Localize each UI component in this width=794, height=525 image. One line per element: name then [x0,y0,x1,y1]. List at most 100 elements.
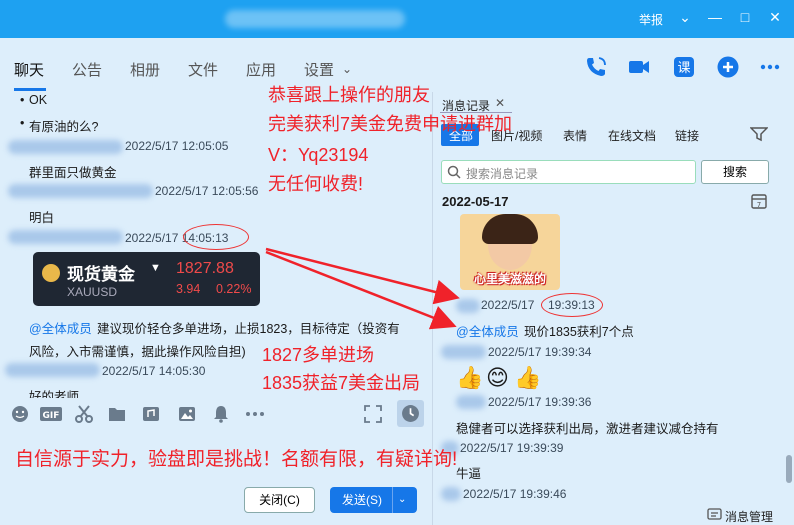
sender-name-blurred [5,363,100,377]
sender-name-blurred [441,345,486,359]
more-tools-icon[interactable] [244,405,266,423]
smile-face-icon: 😊 [486,365,509,390]
tab-apps[interactable]: 应用 [246,59,276,80]
sender-name-blurred [8,230,123,244]
tab-settings[interactable]: 设置 [304,59,334,80]
chat-message: 群里面只做黄金 [29,166,117,180]
window-title-blurred [225,10,405,28]
chevron-down-icon[interactable]: ⌄ [342,62,352,76]
message-timestamp: 2022/5/17 12:05:05 [125,139,229,153]
promo-line-4: 无任何收费! [268,174,364,194]
svg-text:课: 课 [677,61,690,76]
sender-name-blurred [456,395,486,409]
exit-annotation: 1835获益7美金出局 [262,373,421,393]
filter-docs[interactable]: 在线文档 [608,127,656,144]
quote-title: 现货黄金 [67,265,135,284]
expand-icon[interactable] [364,405,382,423]
history-message: 现价1835获利7个点 [524,325,634,339]
calendar-icon[interactable]: 7 [751,193,767,209]
close-button[interactable]: 关闭(C) [244,487,315,513]
history-toggle[interactable] [397,400,424,427]
filter-icon[interactable] [750,126,768,142]
quote-change: 3.94 [176,282,201,296]
maximize-icon[interactable]: □ [735,9,755,25]
message-timestamp: 2022/5/17 19:39:36 [488,395,592,409]
report-button[interactable]: 举报 [639,11,663,28]
history-scrollbar[interactable] [786,455,792,483]
message-bullet: • [20,116,25,130]
sticker-image[interactable]: 心里美滋滋的 [460,214,560,290]
filter-links[interactable]: 链接 [675,127,699,144]
filter-stickers[interactable]: 表情 [563,127,587,144]
message-timestamp: 2022/5/17 19:39:46 [463,487,567,501]
tab-notice[interactable]: 公告 [72,59,102,80]
add-icon[interactable] [716,55,740,79]
message-timestamp-date: 2022/5/17 [481,298,535,312]
scissors-icon[interactable] [75,405,93,423]
promo-line-1: 恭喜跟上操作的朋友 [268,85,430,105]
sender-name-blurred [441,487,461,501]
gold-quote-card[interactable]: 现货黄金 ▼ XAUUSD 1827.88 3.94 0.22% [33,252,260,306]
thumbs-up-icon: 👍 [514,365,542,390]
title-bar: 举报 ⌄ — □ ✕ [0,0,794,38]
quote-price: 1827.88 [176,260,234,277]
emoji-icon[interactable] [11,405,29,423]
close-icon[interactable]: ✕ [765,9,785,26]
slogan-annotation: 自信源于实力，验盘即是挑战！名额有限，有疑详询! [15,449,458,470]
history-date: 2022-05-17 [442,194,509,209]
sticker-hair [482,214,538,244]
entry-annotation: 1827多单进场 [262,345,375,365]
tab-album[interactable]: 相册 [130,59,160,80]
lesson-icon[interactable]: 课 [672,55,696,79]
gold-coin-icon [42,264,60,282]
chat-message: 建议现价轻仓多单进场，止损1823，目标待定（投资有 [97,322,400,336]
send-button[interactable]: 发送(S) ⌄ [330,487,417,513]
chat-message: 风险，入市需谨慎，据此操作风险自担) [29,345,246,359]
history-message: 稳健者可以选择获利出局，激进者建议减仓持有 [456,422,719,436]
minimize-icon[interactable]: — [705,9,725,25]
highlight-ellipse [541,293,603,317]
message-timestamp: 2022/5/17 19:39:39 [460,441,564,455]
history-message: 牛逼 [456,467,482,481]
history-search-input[interactable]: 搜索消息记录 [441,160,696,184]
sender-name-blurred [8,140,123,154]
message-manager-icon [707,508,722,520]
search-button[interactable]: 搜索 [701,160,769,184]
sticker-caption: 心里美滋滋的 [473,272,546,286]
svg-text:7: 7 [757,201,761,209]
message-timestamp: 2022/5/17 14:05:30 [102,364,206,378]
phone-icon[interactable] [584,55,608,79]
quote-code: XAUUSD [67,285,118,299]
search-icon [447,165,461,179]
message-timestamp: 2022/5/17 19:39:34 [488,345,592,359]
chat-message: 明白 [29,211,55,225]
message-timestamp: 2022/5/17 12:05:56 [155,184,259,198]
more-icon[interactable] [758,55,782,79]
mention-all[interactable]: @全体成员 [29,318,92,337]
bell-icon[interactable] [212,405,230,423]
close-history-icon[interactable]: ✕ [495,96,505,110]
chevron-down-icon[interactable]: ⌄ [398,487,406,513]
quote-change-percent: 0.22% [216,282,252,296]
message-bullet: • [20,93,25,107]
mention-all[interactable]: @全体成员 [456,321,519,340]
chat-message: 好的老师 [29,390,80,398]
sender-name-blurred [8,184,153,198]
chevron-down-icon[interactable]: ⌄ [675,9,695,26]
send-divider [392,487,393,513]
video-call-icon[interactable] [627,55,651,79]
caret-down-icon: ▼ [150,262,161,274]
chat-message: OK [29,93,48,107]
folder-icon[interactable] [108,405,126,423]
svg-text:GIF: GIF [43,411,60,421]
image-icon[interactable] [178,405,196,423]
tab-chat[interactable]: 聊天 [14,59,44,80]
message-manager-button[interactable]: 消息管理 [725,508,773,525]
chat-message: 有原油的么? [29,120,99,134]
gif-icon[interactable]: GIF [40,405,62,423]
sender-name-blurred [456,299,480,313]
clock-icon [402,405,419,422]
tab-files[interactable]: 文件 [188,59,218,80]
music-icon[interactable] [142,405,160,423]
highlight-ellipse [183,224,249,250]
